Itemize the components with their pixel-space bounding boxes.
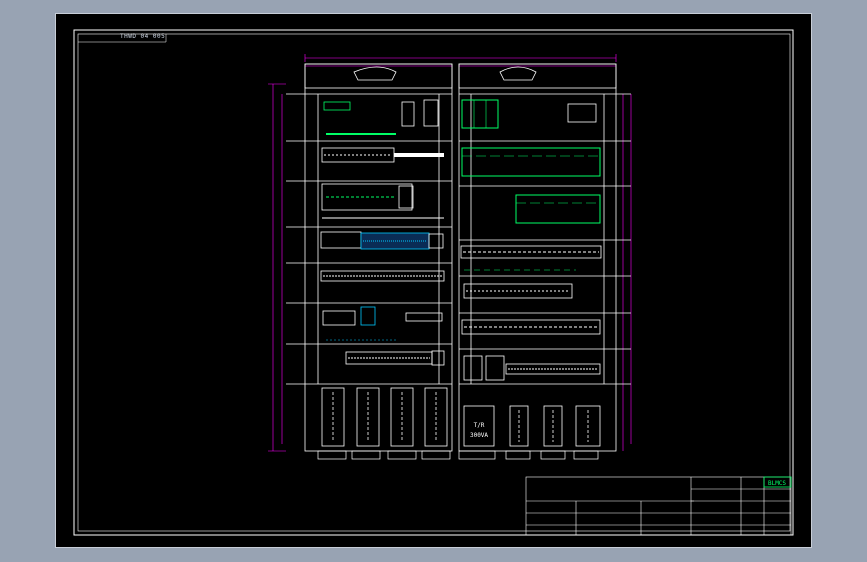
transformer-label-2: 300VA bbox=[470, 432, 488, 439]
right-row-1-breakers bbox=[461, 99, 597, 129]
left-row-3-breakers bbox=[321, 183, 444, 219]
left-row-2-terminal-strip bbox=[321, 147, 444, 163]
right-row-7-devices bbox=[463, 355, 601, 381]
cad-viewport[interactable]: THWD 04 005 T/R 300VA BLMCS bbox=[55, 13, 812, 548]
right-bottom-cable-ducts bbox=[509, 405, 601, 447]
right-row-6-terminal-strip bbox=[461, 319, 601, 335]
right-row-4-relays bbox=[460, 245, 602, 271]
left-row-1-devices bbox=[323, 99, 439, 135]
left-row-4-relays bbox=[320, 231, 444, 250]
inner-frame bbox=[77, 33, 791, 532]
cad-drawing: T/R 300VA BLMCS bbox=[73, 29, 794, 536]
left-row-7-terminal-strip bbox=[345, 350, 445, 366]
right-row-2-breakers bbox=[461, 147, 601, 177]
lifting-handles bbox=[353, 66, 537, 81]
gland-plates bbox=[317, 450, 599, 460]
transformer-label-1: T/R bbox=[474, 422, 485, 429]
cabinet-right bbox=[458, 63, 631, 452]
left-row-6-devices bbox=[322, 306, 443, 341]
right-row-5-terminal-strip bbox=[463, 283, 573, 299]
left-bottom-cable-ducts bbox=[321, 387, 448, 447]
right-row-3-breakers bbox=[515, 194, 601, 224]
title-logo-text: BLMCS bbox=[768, 480, 786, 487]
height-dimension-right bbox=[622, 94, 632, 451]
cabinet-left bbox=[286, 63, 453, 452]
title-block bbox=[525, 476, 792, 536]
left-row-5-terminal-strip bbox=[320, 270, 445, 282]
height-dimension-left bbox=[268, 83, 286, 452]
